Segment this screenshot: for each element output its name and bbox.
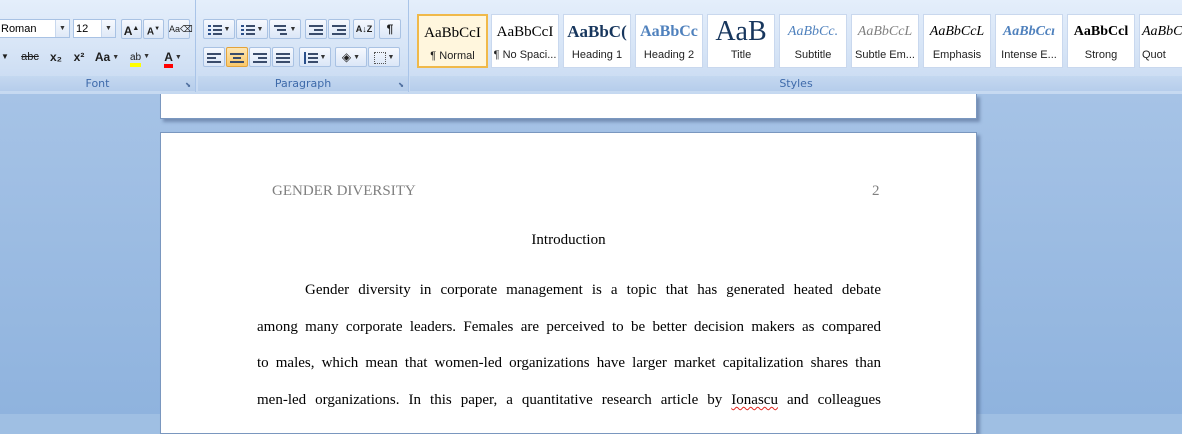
style-title[interactable]: AaB Title bbox=[707, 14, 775, 68]
chevron-down-icon: ▼ bbox=[112, 53, 120, 61]
multilevel-list-button[interactable]: ▼ bbox=[269, 19, 301, 39]
chevron-down-icon: ▼ bbox=[353, 53, 361, 61]
line-spacing-icon bbox=[303, 51, 318, 64]
justify-icon bbox=[276, 52, 290, 64]
sort-icon: A↓Z bbox=[355, 24, 373, 34]
dialog-launcher-icon[interactable]: ⬊ bbox=[397, 81, 405, 89]
borders-button[interactable]: ▼ bbox=[368, 47, 400, 67]
section-title[interactable]: Introduction bbox=[161, 232, 976, 249]
bullets-icon bbox=[207, 24, 222, 36]
chevron-down-icon: ▼ bbox=[387, 53, 395, 61]
font-name-value: Roman bbox=[1, 23, 37, 35]
chevron-down-icon: ▼ bbox=[289, 25, 297, 33]
styles-gallery: AaBbCcI ¶ Normal AaBbCcI ¶ No Spaci... A… bbox=[414, 14, 1182, 70]
align-left-icon bbox=[207, 52, 221, 64]
chevron-down-icon: ▼ bbox=[319, 53, 327, 61]
style-intense-emphasis[interactable]: AaBbCcı Intense E... bbox=[995, 14, 1063, 68]
paragraph-group: ▼ ▼ ▼ A↓Z ¶ ▼ ◈ ▼ ▼ Paragraph ⬊ bbox=[198, 0, 409, 92]
pilcrow-icon: ¶ bbox=[386, 22, 394, 36]
clear-formatting-button[interactable]: Aa⌫ bbox=[168, 19, 193, 39]
chevron-down-icon: ▼ bbox=[223, 25, 231, 33]
chevron-down-icon: ▼ bbox=[143, 53, 151, 60]
align-center-button[interactable] bbox=[226, 47, 248, 67]
chevron-down-icon: ▼ bbox=[174, 53, 182, 61]
dialog-launcher-icon[interactable]: ⬊ bbox=[184, 81, 192, 89]
bullets-button[interactable]: ▼ bbox=[203, 19, 235, 39]
justify-button[interactable] bbox=[272, 47, 294, 67]
style-emphasis[interactable]: AaBbCcL Emphasis bbox=[923, 14, 991, 68]
chevron-down-icon[interactable]: ▼ bbox=[101, 20, 115, 37]
font-color-icon: A bbox=[164, 50, 173, 68]
shading-button[interactable]: ◈ ▼ bbox=[335, 47, 367, 67]
strikethrough-button[interactable]: abc bbox=[17, 47, 43, 67]
styles-group-label: Styles bbox=[410, 76, 1182, 91]
font-color-button[interactable]: A ▼ bbox=[158, 47, 188, 68]
document-canvas[interactable]: GENDER DIVERSITY 2 Introduction Gender d… bbox=[0, 94, 1182, 434]
paragraph-line[interactable]: men-led organizations. In this paper, a … bbox=[257, 392, 881, 409]
highlight-button[interactable]: ab ▼ bbox=[125, 47, 155, 67]
style-normal[interactable]: AaBbCcI ¶ Normal bbox=[417, 14, 488, 68]
increase-indent-icon bbox=[332, 24, 346, 36]
paint-bucket-icon: ◈ bbox=[341, 50, 352, 64]
paragraph-line[interactable]: to males, which mean that women-led orga… bbox=[257, 355, 881, 372]
sort-button[interactable]: A↓Z bbox=[353, 19, 375, 39]
more-options-button[interactable]: ▼ bbox=[0, 47, 12, 67]
style-heading-2[interactable]: AaBbCc Heading 2 bbox=[635, 14, 703, 68]
change-case-button[interactable]: Aa ▼ bbox=[92, 47, 122, 67]
style-heading-1[interactable]: AaBbC( Heading 1 bbox=[563, 14, 631, 68]
chevron-down-icon: ▼ bbox=[256, 25, 264, 33]
subscript-button[interactable]: x₂ bbox=[45, 47, 67, 67]
decrease-indent-icon bbox=[309, 24, 323, 36]
style-subtle-emphasis[interactable]: AaBbCcL Subtle Em... bbox=[851, 14, 919, 68]
chevron-down-icon: ▼ bbox=[1, 52, 9, 61]
style-strong[interactable]: AaBbCcl Strong bbox=[1067, 14, 1135, 68]
multilevel-list-icon bbox=[273, 24, 288, 36]
font-group-label: Font bbox=[0, 76, 195, 91]
font-group: Roman ▼ 12 ▼ A▲ A▼ Aa⌫ ▼ abc x₂ x² Aa▼ bbox=[0, 0, 196, 92]
page-number[interactable]: 2 bbox=[872, 183, 880, 200]
decrease-indent-button[interactable] bbox=[305, 19, 327, 39]
misspelled-word[interactable]: Ionascu bbox=[731, 392, 778, 408]
running-head[interactable]: GENDER DIVERSITY bbox=[272, 183, 416, 200]
borders-icon bbox=[373, 51, 386, 64]
ribbon: Roman ▼ 12 ▼ A▲ A▼ Aa⌫ ▼ abc x₂ x² Aa▼ bbox=[0, 0, 1182, 95]
numbering-icon bbox=[240, 24, 255, 36]
superscript-button[interactable]: x² bbox=[68, 47, 90, 67]
grow-font-button[interactable]: A▲ bbox=[121, 19, 142, 39]
show-marks-button[interactable]: ¶ bbox=[379, 19, 401, 39]
clear-format-icon: Aa⌫ bbox=[169, 24, 193, 34]
numbering-button[interactable]: ▼ bbox=[236, 19, 268, 39]
align-center-icon bbox=[230, 52, 244, 64]
paragraph-group-label: Paragraph bbox=[198, 76, 408, 91]
font-size-value: 12 bbox=[76, 23, 89, 35]
line-spacing-button[interactable]: ▼ bbox=[299, 47, 331, 67]
paragraph-line[interactable]: Gender diversity in corporate management… bbox=[257, 282, 881, 299]
style-subtitle[interactable]: AaBbCc. Subtitle bbox=[779, 14, 847, 68]
highlighter-icon: ab bbox=[129, 51, 142, 67]
shrink-font-button[interactable]: A▼ bbox=[143, 19, 164, 39]
align-right-button[interactable] bbox=[249, 47, 271, 67]
document-page[interactable]: GENDER DIVERSITY 2 Introduction Gender d… bbox=[160, 132, 977, 434]
chevron-down-icon[interactable]: ▼ bbox=[55, 20, 69, 37]
paragraph-line[interactable]: among many corporate leaders. Females ar… bbox=[257, 319, 881, 336]
increase-indent-button[interactable] bbox=[328, 19, 350, 39]
style-quote[interactable]: AaBbC Quot bbox=[1139, 14, 1182, 68]
previous-page[interactable] bbox=[160, 94, 977, 119]
style-no-spacing[interactable]: AaBbCcI ¶ No Spaci... bbox=[491, 14, 559, 68]
align-right-icon bbox=[253, 52, 267, 64]
font-size-combo[interactable]: 12 ▼ bbox=[73, 19, 116, 38]
align-left-button[interactable] bbox=[203, 47, 225, 67]
font-name-combo[interactable]: Roman ▼ bbox=[0, 19, 70, 38]
